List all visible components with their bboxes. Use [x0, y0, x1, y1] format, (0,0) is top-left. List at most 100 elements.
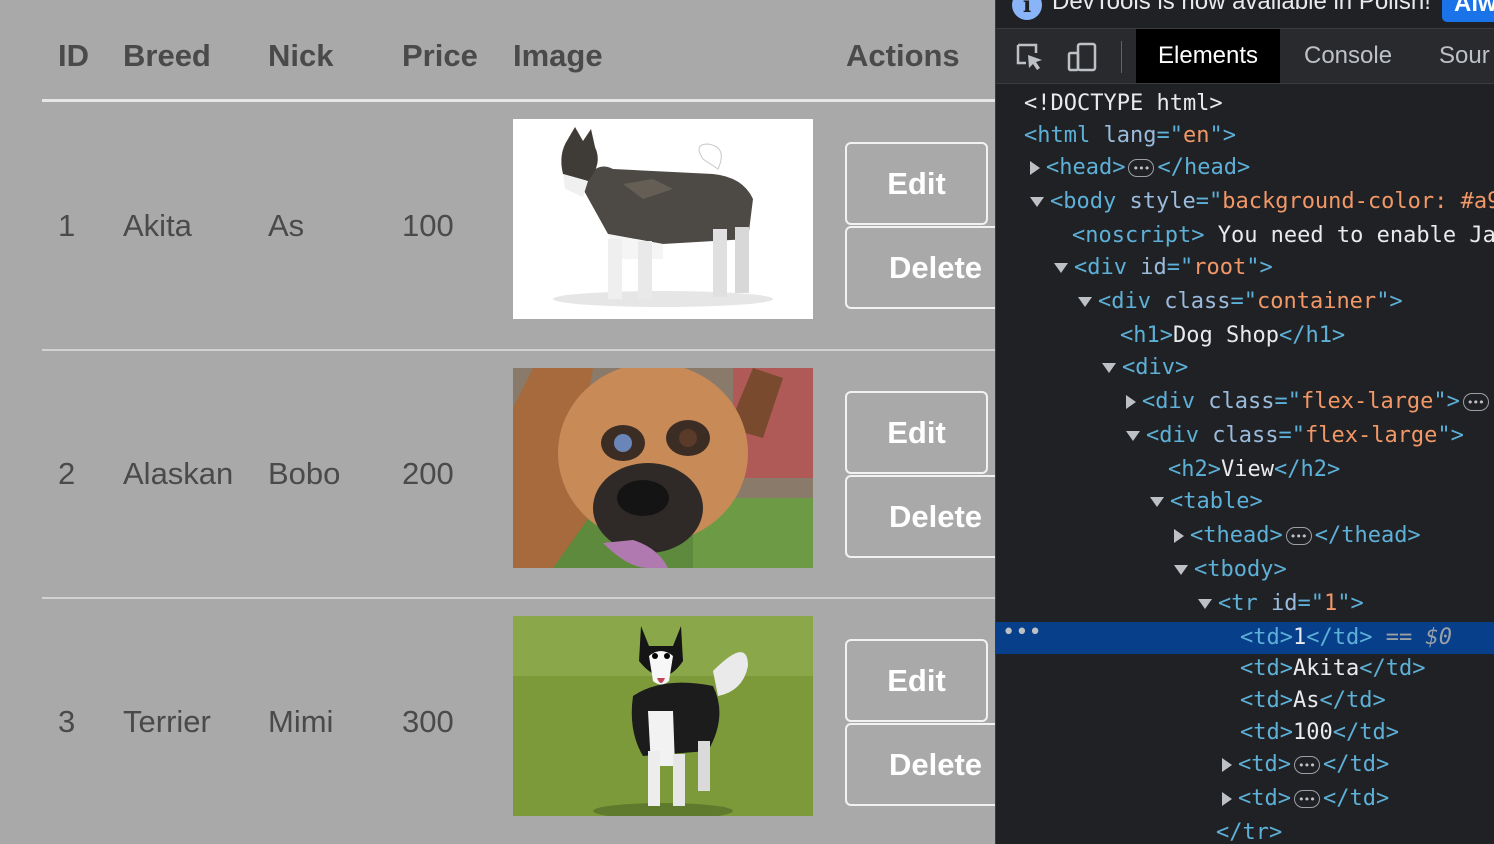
edit-button[interactable]: Edit	[845, 142, 988, 225]
dom-node[interactable]: <td>As</td>	[1240, 685, 1386, 717]
dom-node[interactable]: <td>100</td>	[1240, 717, 1399, 749]
collapsed-content-ellipsis-icon[interactable]	[1462, 387, 1489, 419]
dog-shop-page: ID Breed Nick Price Image Actions 1 Akit…	[0, 0, 995, 844]
dom-token: ="	[1195, 189, 1223, 214]
dom-node[interactable]: <div id="root">	[1054, 252, 1273, 284]
dom-token: <head>	[1046, 155, 1126, 180]
dom-node[interactable]: <table>	[1150, 486, 1263, 518]
dom-node[interactable]: <tbody>	[1174, 554, 1287, 586]
dom-token: ="	[1230, 289, 1257, 314]
dom-token: id	[1270, 591, 1298, 616]
dom-node[interactable]: <h2>View</h2>	[1168, 454, 1340, 486]
dom-node[interactable]: <div class="flex-large">	[1126, 386, 1492, 419]
expand-triangle-icon[interactable]	[1174, 529, 1184, 543]
collapse-triangle-icon[interactable]	[1102, 363, 1116, 373]
edit-button[interactable]: Edit	[845, 639, 988, 722]
cell-price: 100	[402, 208, 454, 243]
collapse-triangle-icon[interactable]	[1054, 263, 1068, 273]
edit-button[interactable]: Edit	[845, 391, 988, 474]
column-header-actions: Actions	[846, 38, 960, 73]
dom-token: <div	[1098, 289, 1165, 314]
device-toolbar-icon[interactable]	[1066, 41, 1098, 73]
dom-node[interactable]: <td>1</td> == $0	[1240, 622, 1452, 654]
dom-token: </tr>	[1216, 820, 1283, 844]
dom-token: class	[1208, 389, 1275, 414]
tab-sources[interactable]: Sour	[1417, 29, 1494, 83]
cell-price: 200	[402, 456, 454, 491]
collapse-triangle-icon[interactable]	[1174, 565, 1188, 575]
dom-token: container	[1256, 289, 1377, 314]
column-header-image: Image	[513, 38, 603, 73]
collapse-triangle-icon[interactable]	[1198, 599, 1212, 609]
dom-token: ">	[1337, 591, 1364, 616]
toolbar-separator	[1121, 41, 1122, 73]
cell-breed: Alaskan	[123, 456, 234, 491]
dom-node[interactable]: <!DOCTYPE html>	[1024, 88, 1223, 120]
dom-node[interactable]: <div>	[1102, 352, 1188, 384]
dom-token: <td>	[1238, 786, 1291, 811]
dom-token: </td>	[1319, 688, 1386, 713]
dom-token: ">	[1433, 389, 1460, 414]
dog-image	[513, 119, 813, 319]
tab-elements[interactable]: Elements	[1136, 29, 1281, 83]
devtools-toolbar: Elements Console Sour	[996, 29, 1494, 84]
collapsed-content-ellipsis-icon[interactable]	[1128, 153, 1155, 185]
dom-token: <table>	[1170, 489, 1263, 514]
dom-token: ="	[1156, 123, 1183, 148]
dom-token: <h2>	[1168, 457, 1221, 482]
expand-triangle-icon[interactable]	[1126, 395, 1136, 409]
dom-token: class	[1212, 423, 1279, 448]
collapse-triangle-icon[interactable]	[1150, 497, 1164, 507]
dom-token: </thead>	[1314, 523, 1421, 548]
dom-node[interactable]: <html lang="en">	[1024, 120, 1236, 152]
collapsed-content-ellipsis-icon[interactable]	[1285, 521, 1312, 553]
dom-token: </td>	[1332, 720, 1399, 745]
expand-triangle-icon[interactable]	[1222, 792, 1232, 806]
dom-token: lang	[1103, 123, 1157, 148]
dom-node[interactable]: <div class="container">	[1078, 286, 1403, 318]
dom-node[interactable]: <head> </head>	[1030, 152, 1250, 185]
dom-node[interactable]: <thead> </thead>	[1174, 520, 1421, 553]
collapse-triangle-icon[interactable]	[1126, 431, 1140, 441]
column-header-nick: Nick	[268, 38, 334, 73]
delete-button[interactable]: Delete	[845, 226, 995, 309]
always-match-language-button[interactable]: Alwa	[1442, 0, 1494, 22]
expand-triangle-icon[interactable]	[1222, 758, 1232, 772]
dom-node[interactable]: <td>Akita</td>	[1240, 653, 1425, 685]
dom-token: <div	[1142, 389, 1209, 414]
dom-node[interactable]: <div class="flex-large">	[1126, 420, 1464, 452]
dom-token: Dog Shop	[1172, 323, 1279, 348]
dom-node[interactable]: <body style="background-color: #a9	[1030, 186, 1494, 218]
dom-node[interactable]: </tr>	[1216, 817, 1282, 844]
collapsed-content-ellipsis-icon[interactable]	[1293, 750, 1320, 782]
dom-node[interactable]: <tr id="1">	[1198, 588, 1364, 620]
delete-button[interactable]: Delete	[845, 723, 995, 806]
dom-node[interactable]: <noscript> You need to enable Ja	[1072, 220, 1494, 252]
dom-token: ="	[1166, 255, 1194, 280]
tab-console[interactable]: Console	[1282, 29, 1414, 83]
dom-token: <tr	[1218, 591, 1271, 616]
dom-token: 1	[1323, 591, 1338, 616]
expand-triangle-icon[interactable]	[1030, 161, 1040, 175]
dom-token: <thead>	[1190, 523, 1283, 548]
dom-token: Akita	[1292, 656, 1360, 681]
column-header-id: ID	[58, 38, 89, 73]
dom-token: <!DOCTYPE html>	[1024, 91, 1223, 116]
collapse-triangle-icon[interactable]	[1030, 197, 1044, 207]
dom-token: </h1>	[1278, 323, 1346, 348]
dom-node[interactable]: <td> </td>	[1222, 749, 1389, 782]
inspect-element-icon[interactable]	[1014, 41, 1046, 73]
dom-node[interactable]: <h1>Dog Shop</h1>	[1120, 320, 1345, 352]
delete-button[interactable]: Delete	[845, 475, 995, 558]
dom-token: As	[1292, 688, 1320, 713]
dom-token: <div	[1146, 423, 1213, 448]
collapsed-content-ellipsis-icon[interactable]	[1293, 784, 1320, 816]
dom-node[interactable]: <td> </td>	[1222, 783, 1389, 816]
cell-breed: Akita	[123, 208, 192, 243]
dom-token: <html	[1024, 123, 1104, 148]
dom-token: <td>	[1238, 752, 1291, 777]
devtools-panel: i DevTools is now available in Polish! A…	[995, 0, 1494, 844]
node-actions-icon[interactable]: •••	[1002, 620, 1042, 645]
cell-id: 3	[58, 704, 76, 739]
collapse-triangle-icon[interactable]	[1078, 297, 1092, 307]
